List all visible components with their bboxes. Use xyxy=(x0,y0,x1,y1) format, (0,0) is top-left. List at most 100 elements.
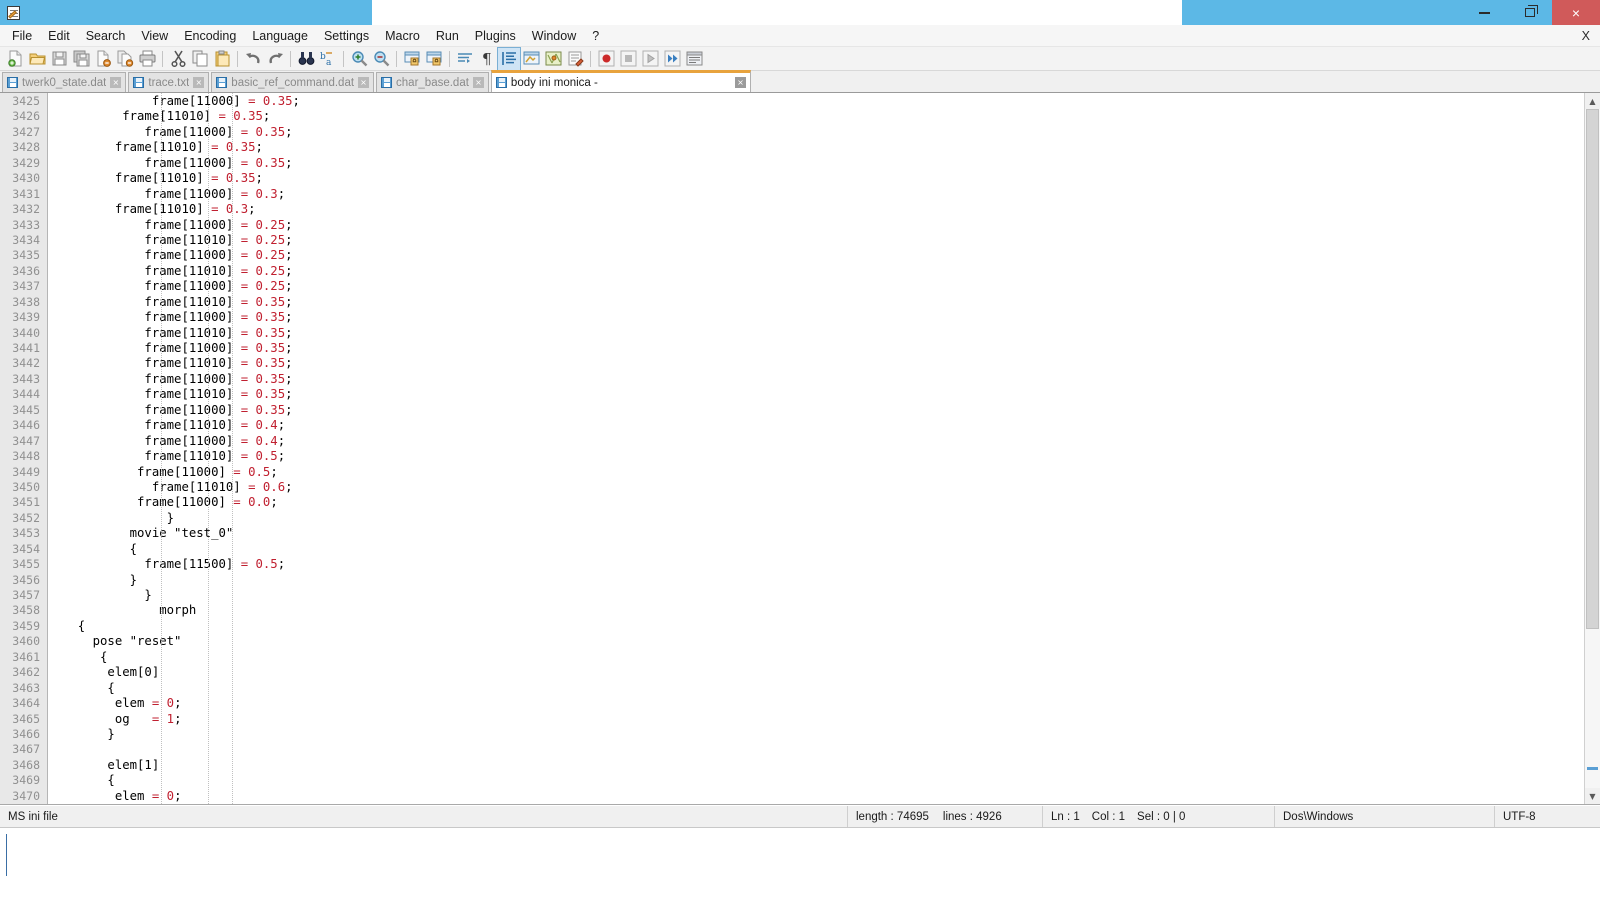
code-line[interactable]: frame[11500] = 0.5; xyxy=(61,557,1584,572)
tab-close-icon[interactable]: × xyxy=(472,77,484,88)
tab-body-ini-monica[interactable]: body ini monica - × xyxy=(490,70,751,92)
code-line[interactable]: frame[11010] = 0.5; xyxy=(61,449,1584,464)
indent-guide-icon[interactable] xyxy=(497,46,521,71)
code-line[interactable]: { xyxy=(61,542,1584,557)
code-line[interactable]: frame[11010] = 0.25; xyxy=(61,233,1584,248)
code-line[interactable]: elem = 0; xyxy=(61,696,1584,711)
scrollbar-track[interactable] xyxy=(1585,109,1600,788)
run-macro-multiple-icon[interactable] xyxy=(661,48,683,70)
save-icon[interactable] xyxy=(48,48,70,70)
code-line[interactable]: movie "test_0" xyxy=(61,526,1584,541)
close-file-icon[interactable] xyxy=(92,48,114,70)
tab-trace-txt[interactable]: trace.txt × xyxy=(128,72,210,92)
document-map-icon[interactable] xyxy=(542,48,564,70)
menu-item-encoding[interactable]: Encoding xyxy=(176,27,244,45)
code-line[interactable]: { xyxy=(61,681,1584,696)
play-macro-icon[interactable] xyxy=(639,48,661,70)
redo-icon[interactable] xyxy=(264,48,286,70)
code-line[interactable]: frame[11010] = 0.3; xyxy=(61,202,1584,217)
menu-item-macro[interactable]: Macro xyxy=(377,27,428,45)
print-icon[interactable] xyxy=(136,48,158,70)
tab-basic-ref-command-dat[interactable]: basic_ref_command.dat × xyxy=(211,72,375,92)
code-line[interactable]: frame[11010] = 0.35; xyxy=(61,171,1584,186)
code-line[interactable]: } xyxy=(61,511,1584,526)
copy-icon[interactable] xyxy=(189,48,211,70)
user-defined-dialog-icon[interactable] xyxy=(520,48,542,70)
tab-char-base-dat[interactable]: char_base.dat × xyxy=(376,72,489,92)
stop-macro-icon[interactable] xyxy=(617,48,639,70)
code-line[interactable]: frame[11000] = 0.25; xyxy=(61,248,1584,263)
code-line[interactable]: frame[11010] = 0.35; xyxy=(61,140,1584,155)
code-line[interactable]: frame[11010] = 0.35; xyxy=(61,109,1584,124)
editor-area[interactable]: 3425 3426 3427 3428 3429 3430 3431 3432 3433 3434… xyxy=(0,93,1600,805)
code-line[interactable]: } xyxy=(61,573,1584,588)
code-line[interactable]: frame[11010] = 0.35; xyxy=(61,387,1584,402)
code-line[interactable]: pose "reset" xyxy=(61,634,1584,649)
zoom-out-icon[interactable] xyxy=(370,48,392,70)
code-line[interactable]: } xyxy=(61,588,1584,603)
code-line[interactable]: frame[11010] = 0.6; xyxy=(61,480,1584,495)
code-line[interactable]: frame[11000] = 0.4; xyxy=(61,434,1584,449)
code-line[interactable]: frame[11000] = 0.35; xyxy=(61,156,1584,171)
scroll-down-arrow-icon[interactable]: ▼ xyxy=(1585,788,1600,804)
replace-icon[interactable]: b a xyxy=(317,48,339,70)
code-line[interactable]: { xyxy=(61,773,1584,788)
maximize-button[interactable] xyxy=(1507,0,1552,25)
close-document-button[interactable]: X xyxy=(1582,29,1590,43)
code-line[interactable]: frame[11000] = 0.5; xyxy=(61,465,1584,480)
record-macro-icon[interactable] xyxy=(595,48,617,70)
menu-item-settings[interactable]: Settings xyxy=(316,27,377,45)
code-line[interactable]: elem = 0; xyxy=(61,789,1584,804)
function-list-icon[interactable] xyxy=(564,48,586,70)
word-wrap-icon[interactable] xyxy=(454,48,476,70)
sync-vertical-scroll-icon[interactable] xyxy=(401,48,423,70)
scroll-up-arrow-icon[interactable]: ▲ xyxy=(1585,93,1600,109)
code-line[interactable]: { xyxy=(61,650,1584,665)
menu-item-run[interactable]: Run xyxy=(428,27,467,45)
code-line[interactable]: frame[11000] = 0.0; xyxy=(61,495,1584,510)
tab-close-icon[interactable]: × xyxy=(193,77,205,88)
tab-close-icon[interactable]: × xyxy=(358,77,370,88)
code-line[interactable]: frame[11000] = 0.35; xyxy=(61,125,1584,140)
secondary-editor-pane[interactable] xyxy=(0,827,1600,881)
menu-item-view[interactable]: View xyxy=(133,27,176,45)
menu-item-file[interactable]: File xyxy=(4,27,40,45)
code-line[interactable]: frame[11000] = 0.25; xyxy=(61,279,1584,294)
code-folding-margin[interactable] xyxy=(48,93,61,804)
tab-twerk0-state-dat[interactable]: twerk0_state.dat × xyxy=(2,72,127,92)
code-line[interactable]: frame[11000] = 0.35; xyxy=(61,310,1584,325)
code-line[interactable]: frame[11010] = 0.35; xyxy=(61,326,1584,341)
menu-item-search[interactable]: Search xyxy=(78,27,134,45)
code-line[interactable]: frame[11000] = 0.35; xyxy=(61,94,1584,109)
show-all-chars-icon[interactable]: ¶ xyxy=(476,48,498,70)
new-file-icon[interactable] xyxy=(4,48,26,70)
menu-item-plugins[interactable]: Plugins xyxy=(467,27,524,45)
code-line[interactable]: frame[11000] = 0.35; xyxy=(61,372,1584,387)
menu-item-window[interactable]: Window xyxy=(524,27,584,45)
paste-icon[interactable] xyxy=(211,48,233,70)
code-line[interactable]: frame[11000] = 0.35; xyxy=(61,403,1584,418)
code-line[interactable]: elem[1] xyxy=(61,758,1584,773)
code-text-area[interactable]: frame[11000] = 0.35; frame[11010] = 0.35… xyxy=(61,93,1584,804)
menu-item-language[interactable]: Language xyxy=(244,27,316,45)
code-line[interactable]: morph xyxy=(61,603,1584,618)
tab-close-icon[interactable]: × xyxy=(110,77,122,88)
code-line[interactable]: } xyxy=(61,727,1584,742)
menu-item-help[interactable]: ? xyxy=(584,27,607,45)
menu-item-edit[interactable]: Edit xyxy=(40,27,78,45)
code-line[interactable]: frame[11010] = 0.35; xyxy=(61,295,1584,310)
code-line[interactable]: frame[11000] = 0.25; xyxy=(61,218,1584,233)
code-line[interactable]: frame[11010] = 0.25; xyxy=(61,264,1584,279)
cut-icon[interactable] xyxy=(167,48,189,70)
code-line[interactable]: frame[11000] = 0.3; xyxy=(61,187,1584,202)
code-line[interactable]: elem[0] xyxy=(61,665,1584,680)
find-icon[interactable] xyxy=(295,48,317,70)
save-all-icon[interactable] xyxy=(70,48,92,70)
code-line[interactable] xyxy=(61,742,1584,757)
close-button[interactable]: × xyxy=(1552,0,1600,25)
scrollbar-thumb[interactable] xyxy=(1586,109,1599,629)
undo-icon[interactable] xyxy=(242,48,264,70)
zoom-in-icon[interactable] xyxy=(348,48,370,70)
close-all-files-icon[interactable] xyxy=(114,48,136,70)
vertical-scrollbar[interactable]: ▲ ▼ xyxy=(1584,93,1600,804)
